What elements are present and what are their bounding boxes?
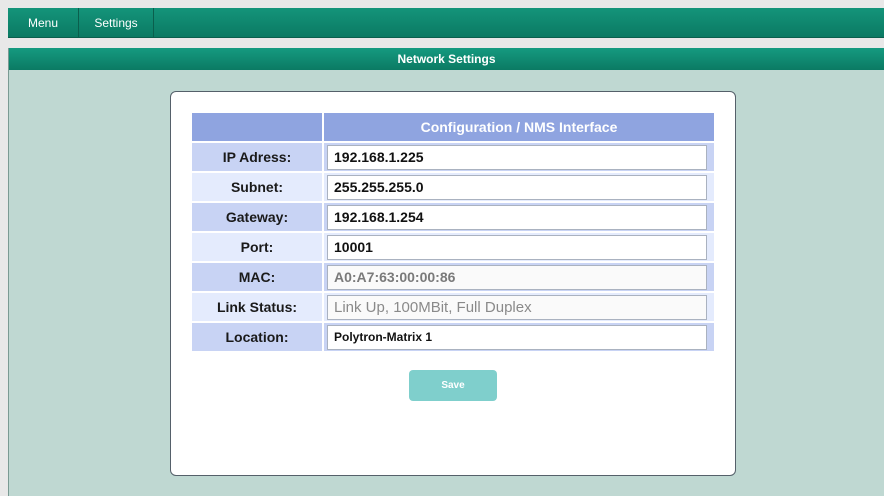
top-menu-bar: Menu Settings <box>8 8 884 38</box>
table-row: MAC: <box>192 263 714 291</box>
config-table: Configuration / NMS Interface IP Adress:… <box>190 111 716 353</box>
subnet-input[interactable] <box>327 174 707 200</box>
table-row: Link Status: <box>192 293 714 321</box>
link-status-field <box>327 294 707 320</box>
link-status-label: Link Status: <box>192 293 322 321</box>
network-settings-panel: Network Settings Configuration / NMS Int… <box>8 48 884 496</box>
menu-button[interactable]: Menu <box>8 8 79 37</box>
location-label: Location: <box>192 323 322 351</box>
table-header-title: Configuration / NMS Interface <box>324 113 714 141</box>
mac-label: MAC: <box>192 263 322 291</box>
panel-title: Network Settings <box>9 48 884 70</box>
subnet-label: Subnet: <box>192 173 322 201</box>
gateway-label: Gateway: <box>192 203 322 231</box>
port-input[interactable] <box>327 234 707 260</box>
ip-address-input[interactable] <box>327 144 707 170</box>
mac-field <box>327 264 707 290</box>
table-row: Location: <box>192 323 714 351</box>
settings-button[interactable]: Settings <box>79 8 154 37</box>
table-row: Port: <box>192 233 714 261</box>
table-row: Subnet: <box>192 173 714 201</box>
save-button[interactable]: Save <box>409 370 497 401</box>
ip-address-label: IP Adress: <box>192 143 322 171</box>
location-input[interactable] <box>327 324 707 350</box>
table-row: IP Adress: <box>192 143 714 171</box>
table-header-corner <box>192 113 322 141</box>
gateway-input[interactable] <box>327 204 707 230</box>
table-row: Gateway: <box>192 203 714 231</box>
config-card: Configuration / NMS Interface IP Adress:… <box>170 91 736 476</box>
port-label: Port: <box>192 233 322 261</box>
